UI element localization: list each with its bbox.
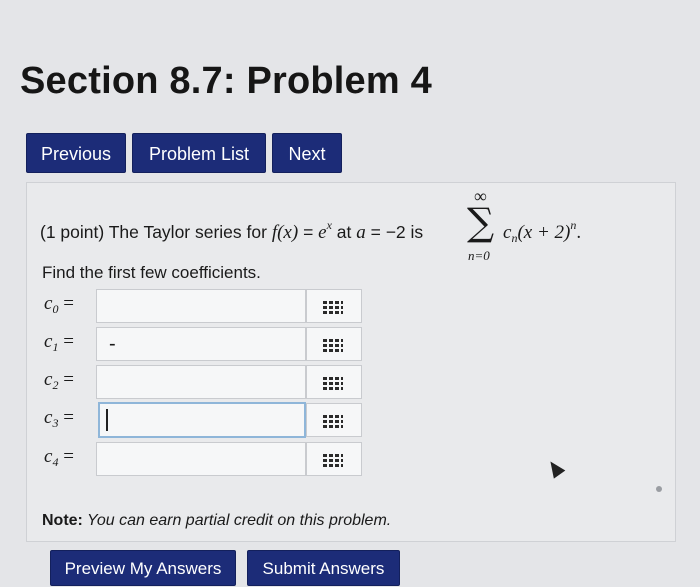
series-term: cn(x + 2)n.: [503, 218, 581, 246]
coef-label-2: c2 =: [44, 369, 74, 392]
equation-editor-button-1[interactable]: [306, 327, 362, 361]
coef-label-4: c4 =: [44, 446, 74, 469]
grid-icon: [323, 453, 343, 467]
equation-editor-button-2[interactable]: [306, 365, 362, 399]
resize-dot-icon: [656, 486, 662, 492]
note-body: You can earn partial credit on this prob…: [82, 512, 392, 529]
equals-sign: =: [298, 222, 319, 242]
a-variable: a: [356, 222, 366, 243]
note-text: Note: You can earn partial credit on thi…: [42, 512, 391, 530]
problem-text: (1 point) The Taylor series for: [40, 222, 267, 242]
sigma-icon: ∑: [467, 200, 495, 244]
coef-label-1: c1 =: [44, 331, 74, 354]
note-prefix: Note:: [42, 512, 83, 529]
term-end: .: [576, 222, 582, 243]
coef-input-4[interactable]: [96, 442, 306, 476]
coef-input-1[interactable]: -: [96, 327, 306, 361]
previous-button[interactable]: Previous: [26, 133, 126, 173]
coef-input-2[interactable]: [96, 365, 306, 399]
problem-statement: (1 point) The Taylor series for f(x) = e…: [40, 218, 423, 244]
next-button[interactable]: Next: [272, 133, 342, 173]
grid-icon: [323, 414, 343, 428]
instruction-text: Find the first few coefficients.: [42, 263, 261, 282]
coef-input-0[interactable]: [96, 289, 306, 323]
coef-input-3[interactable]: [98, 402, 306, 438]
problem-list-button[interactable]: Problem List: [132, 133, 266, 173]
coef-label-0: c0 =: [44, 293, 74, 316]
a-value-text: = −2 is: [365, 222, 424, 242]
grid-icon: [323, 338, 343, 352]
submit-answers-button[interactable]: Submit Answers: [247, 550, 400, 586]
at-text: at: [331, 222, 357, 242]
page-title: Section 8.7: Problem 4: [20, 60, 432, 102]
function-expr: f(x): [271, 222, 299, 243]
term-rest: (x + 2): [517, 222, 571, 243]
grid-icon: [323, 300, 343, 314]
sigma-lower-limit: n=0: [468, 248, 490, 263]
exp-base: e: [318, 222, 327, 243]
grid-icon: [323, 376, 343, 390]
equation-editor-button-4[interactable]: [306, 442, 362, 476]
coef-label-3: c3 =: [44, 407, 74, 430]
equation-editor-button-3[interactable]: [306, 403, 362, 437]
preview-answers-button[interactable]: Preview My Answers: [50, 550, 236, 586]
equation-editor-button-0[interactable]: [306, 289, 362, 323]
text-cursor: [106, 409, 108, 431]
